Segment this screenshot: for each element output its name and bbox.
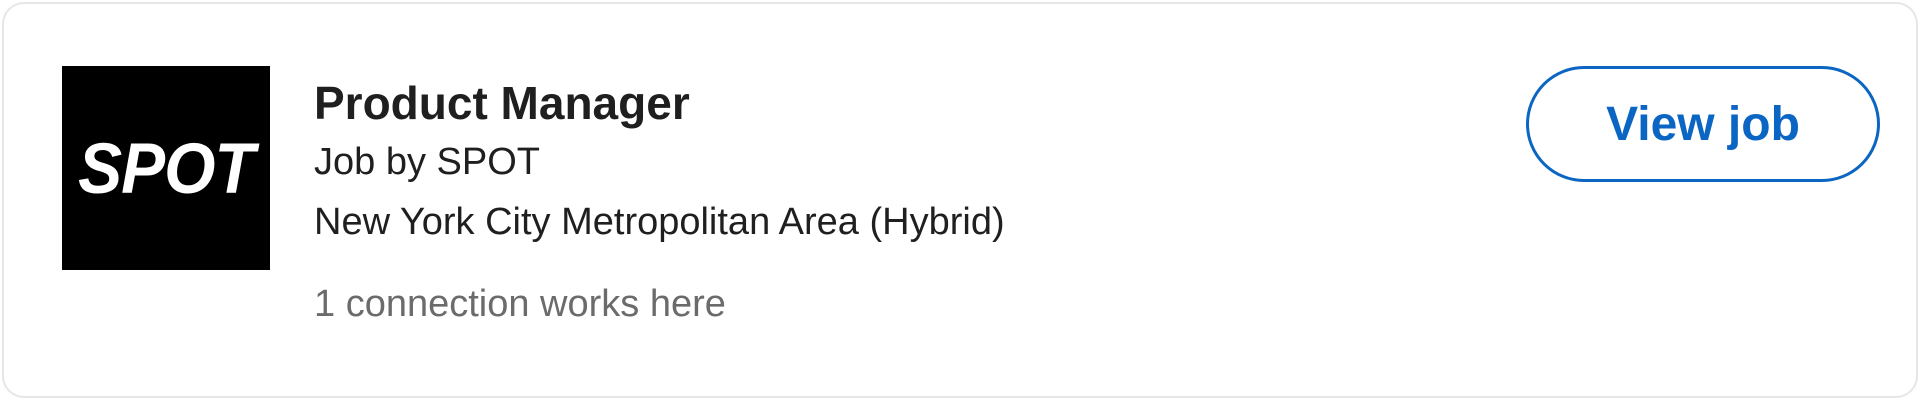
job-location: New York City Metropolitan Area (Hybrid) <box>314 201 1005 243</box>
job-info: Product Manager Job by SPOT New York Cit… <box>314 74 1005 334</box>
company-line: Job by SPOT <box>314 141 540 183</box>
view-job-button[interactable]: View job <box>1526 66 1880 182</box>
company-logo[interactable]: SPOT <box>62 66 270 270</box>
company-logo-text: SPOT <box>78 128 255 208</box>
connection-insight: 1 connection works here <box>314 283 726 325</box>
job-title[interactable]: Product Manager <box>314 74 1005 132</box>
job-card: SPOT Product Manager Job by SPOT New Yor… <box>2 2 1918 398</box>
